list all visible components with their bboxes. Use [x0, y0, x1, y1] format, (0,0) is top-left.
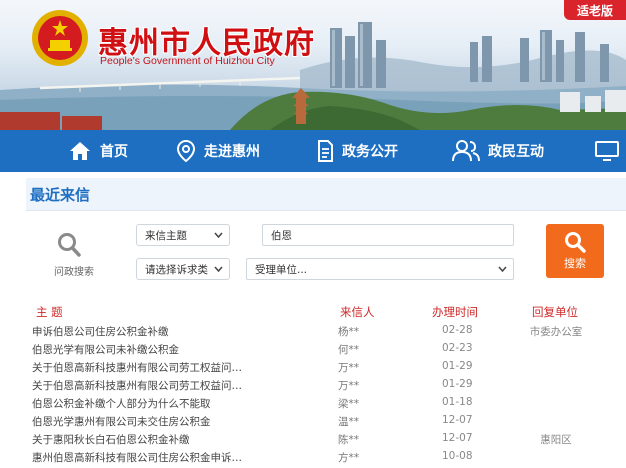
main-nav: 首页 走进惠州 政务公开 政民互动: [0, 130, 626, 172]
row-sender: 万**: [338, 362, 359, 374]
national-emblem-icon: [32, 10, 88, 66]
section-title: 最近来信: [30, 185, 91, 204]
header-banner: 惠州市人民政府 People's Government of Huizhou C…: [0, 0, 626, 130]
row-sender: 万**: [338, 380, 359, 392]
table-row[interactable]: 关于伯恩高新科技惠州有限公司劳工权益问… 万** 01-29: [26, 360, 626, 378]
recent-letters-panel: 最近来信 问政搜索 来信主题 伯恩 请选择诉求类 受理单位... 搜索 主 题 …: [26, 178, 626, 466]
keyword-value: 伯恩: [271, 229, 292, 242]
unit-select[interactable]: 受理单位...: [246, 258, 514, 280]
row-date: 02-28: [442, 324, 473, 336]
document-icon: [318, 140, 333, 162]
row-sender: 杨**: [338, 326, 359, 338]
nav-item-more[interactable]: [594, 130, 626, 172]
row-subject-link[interactable]: 关于伯恩高新科技惠州有限公司劳工权益问…: [32, 360, 244, 375]
table-row[interactable]: 伯恩光学惠州有限公司未交住房公积金 温** 12-07: [26, 414, 626, 432]
row-date: 02-23: [442, 342, 473, 354]
column-header-subject: 主 题: [36, 305, 63, 319]
table-row[interactable]: 伯恩光学有限公司未补缴公积金 何** 02-23: [26, 342, 626, 360]
site-subtitle: People's Government of Huizhou City: [100, 55, 275, 67]
search-caption: 问政搜索: [54, 267, 94, 278]
keyword-input[interactable]: 伯恩: [262, 224, 514, 246]
elder-mode-button[interactable]: 适老版: [564, 0, 626, 20]
table-row[interactable]: 关于伯恩高新科技惠州有限公司劳工权益问… 万** 01-29: [26, 378, 626, 396]
search-magnifier-icon: [56, 231, 82, 263]
row-subject-link[interactable]: 申诉伯恩公司住房公积金补缴: [32, 324, 244, 339]
topic-select-value: 来信主题: [145, 229, 187, 242]
row-date: 12-07: [442, 432, 473, 444]
monitor-icon: [595, 141, 619, 161]
row-date: 01-29: [442, 378, 473, 390]
row-unit: 惠阳区: [540, 434, 572, 446]
table-header: 主 题 来信人 办理时间 回复单位: [26, 304, 626, 322]
row-date: 10-08: [442, 450, 473, 462]
section-header: 最近来信: [26, 178, 626, 211]
row-subject-link[interactable]: 关于伯恩高新科技惠州有限公司劳工权益问…: [32, 378, 244, 393]
row-date: 12-07: [442, 414, 473, 426]
people-icon: [452, 140, 480, 162]
table-row[interactable]: 关于惠阳秋长白石伯恩公积金补缴 陈** 12-07 惠阳区: [26, 432, 626, 450]
table-row[interactable]: 申诉伯恩公司住房公积金补缴 杨** 02-28 市委办公室: [26, 324, 626, 342]
row-date: 01-18: [442, 396, 473, 408]
row-sender: 何**: [338, 344, 359, 356]
nav-item-about-huizhou[interactable]: 走进惠州: [176, 130, 260, 172]
row-sender: 温**: [338, 416, 359, 428]
column-header-date: 办理时间: [432, 305, 478, 319]
topic-select[interactable]: 来信主题: [136, 224, 230, 246]
search-button[interactable]: 搜索: [546, 224, 604, 278]
nav-item-gov-affairs[interactable]: 政务公开: [316, 130, 398, 172]
chevron-down-icon: [498, 266, 507, 272]
row-sender: 梁**: [338, 398, 359, 410]
column-header-sender: 来信人: [340, 305, 375, 319]
row-subject-link[interactable]: 关于惠阳秋长白石伯恩公积金补缴: [32, 432, 244, 447]
row-subject-link[interactable]: 惠州伯恩高新科技有限公司住房公积金申诉…: [32, 450, 244, 465]
nav-item-home[interactable]: 首页: [68, 130, 128, 172]
nav-item-label: 首页: [100, 144, 128, 160]
chevron-down-icon: [214, 266, 223, 272]
table-row[interactable]: 伯恩公积金补缴个人部分为什么不能取 梁** 01-18: [26, 396, 626, 414]
table-row[interactable]: 惠州伯恩高新科技有限公司住房公积金申诉… 方** 10-08: [26, 450, 626, 468]
row-unit: 市委办公室: [529, 326, 583, 338]
nav-item-label: 走进惠州: [204, 144, 260, 160]
chevron-down-icon: [214, 232, 223, 238]
search-button-label: 搜索: [564, 257, 586, 270]
unit-select-value: 受理单位...: [255, 263, 308, 276]
nav-item-interaction[interactable]: 政民互动: [452, 130, 544, 172]
row-subject-link[interactable]: 伯恩公积金补缴个人部分为什么不能取: [32, 396, 244, 411]
row-sender: 方**: [338, 452, 359, 464]
row-subject-link[interactable]: 伯恩光学有限公司未补缴公积金: [32, 342, 244, 357]
search-icon: [565, 232, 586, 253]
location-pin-icon: [176, 139, 196, 163]
nav-item-label: 政民互动: [488, 144, 544, 160]
nav-item-label: 政务公开: [342, 144, 398, 160]
home-icon: [70, 142, 90, 160]
row-date: 01-29: [442, 360, 473, 372]
column-header-unit: 回复单位: [532, 305, 578, 319]
row-subject-link[interactable]: 伯恩光学惠州有限公司未交住房公积金: [32, 414, 244, 429]
complaint-type-select[interactable]: 请选择诉求类: [136, 258, 230, 280]
complaint-type-value: 请选择诉求类: [145, 263, 208, 276]
row-sender: 陈**: [338, 434, 359, 446]
